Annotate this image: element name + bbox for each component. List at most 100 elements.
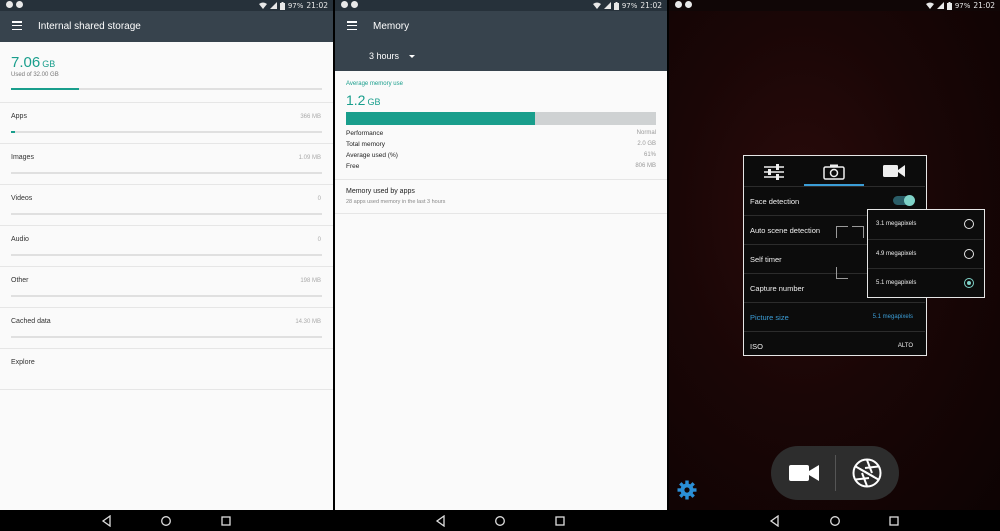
record-video-button[interactable]: [771, 446, 835, 500]
memory-stat-row: Free 806 MB: [346, 163, 656, 174]
category-size: 1.09 MB: [298, 155, 321, 161]
storage-category-videos[interactable]: Videos 0: [0, 185, 333, 226]
storage-used-value: 7.06: [11, 54, 41, 71]
face-detection-toggle[interactable]: [893, 195, 915, 206]
home-button[interactable]: [160, 515, 172, 527]
stat-value: Normal: [636, 130, 656, 136]
battery-icon: [613, 1, 619, 10]
recents-icon: [221, 516, 231, 526]
dropdown-arrow-icon: [409, 54, 416, 58]
storage-category-apps[interactable]: Apps 366 MB: [0, 103, 333, 144]
video-camera-icon: [789, 465, 819, 481]
setting-value: ALTO: [897, 343, 913, 349]
status-bar: 97% 21:02: [0, 0, 333, 11]
stat-label: Total memory: [346, 141, 386, 148]
storage-used-unit: GB: [42, 59, 56, 69]
focus-frame-corner: [836, 267, 848, 279]
category-usage-bar: [11, 336, 322, 338]
storage-category-cached-data[interactable]: Cached data 14.30 MB: [0, 308, 333, 349]
storage-category-other[interactable]: Other 198 MB: [0, 267, 333, 308]
picture-size-option[interactable]: 3.1 megapixels: [868, 210, 983, 239]
notification-icon: [351, 1, 358, 8]
category-size: 198 MB: [300, 278, 321, 284]
recents-button[interactable]: [888, 515, 900, 527]
setting-label: ISO: [750, 342, 763, 351]
apps-memory-title: Memory used by apps: [346, 188, 415, 195]
settings-gear-button[interactable]: [677, 480, 697, 505]
memory-screen: 97% 21:02 Memory 3 hours Average memory …: [335, 0, 667, 531]
home-button[interactable]: [494, 515, 506, 527]
memory-used-by-apps[interactable]: Memory used by apps 28 apps used memory …: [335, 183, 667, 215]
storage-category-images[interactable]: Images 1.09 MB: [0, 144, 333, 185]
storage-category-audio[interactable]: Audio 0: [0, 226, 333, 267]
battery-icon: [946, 1, 952, 10]
menu-icon[interactable]: [12, 21, 22, 31]
notification-icon: [675, 1, 682, 8]
period-dropdown[interactable]: 3 hours: [369, 51, 416, 61]
back-icon: [101, 515, 111, 527]
notification-icon: [6, 1, 13, 8]
back-icon: [435, 515, 445, 527]
navigation-bar: [669, 510, 1000, 531]
wifi-icon: [925, 2, 934, 9]
storage-screen: 97% 21:02 Internal shared storage 7.06 GB…: [0, 0, 333, 531]
home-button[interactable]: [829, 515, 841, 527]
stat-label: Average used (%): [346, 152, 398, 159]
battery-level: 97%: [287, 1, 304, 10]
stat-value: 61%: [643, 152, 656, 158]
memory-stat-row: Total memory 2.0 GB: [346, 141, 656, 152]
signal-icon: [603, 2, 611, 9]
back-icon: [769, 515, 779, 527]
category-size: 0: [317, 196, 321, 202]
radio-empty-icon[interactable]: [964, 249, 974, 259]
category-label: Apps: [11, 113, 27, 120]
category-size: 0: [317, 237, 321, 243]
back-button[interactable]: [101, 515, 113, 527]
notification-icon: [16, 1, 23, 8]
radio-empty-icon[interactable]: [964, 219, 974, 229]
recents-icon: [889, 516, 899, 526]
tab-general-settings[interactable]: [744, 156, 804, 186]
recents-button[interactable]: [554, 515, 566, 527]
menu-icon[interactable]: [347, 21, 357, 31]
focus-frame-corner: [852, 226, 864, 238]
status-bar: 97% 21:02: [669, 0, 1000, 11]
home-icon: [161, 516, 171, 526]
picture-size-option[interactable]: 5.1 megapixels: [868, 268, 983, 297]
clock: 21:02: [973, 1, 995, 10]
clock: 21:02: [640, 1, 662, 10]
category-usage-fill: [11, 131, 15, 133]
category-label: Videos: [11, 195, 33, 202]
radio-selected-icon[interactable]: [964, 278, 974, 288]
toggle-knob: [904, 195, 915, 206]
setting-value: 5.1 megapixels: [872, 314, 913, 320]
setting-label: Picture size: [750, 313, 789, 322]
setting-picture-size[interactable]: Picture size 5.1 megapixels: [744, 302, 925, 331]
category-label: Cached data: [11, 318, 51, 325]
battery-icon: [279, 1, 285, 10]
memory-usage-fill: [346, 112, 536, 125]
capture-controls: [771, 446, 899, 500]
category-size: 14.30 MB: [295, 319, 321, 325]
navigation-bar: [0, 510, 333, 531]
average-memory-value: 1.2 GB: [346, 92, 380, 110]
navigation-bar: [335, 510, 667, 531]
recents-icon: [555, 516, 565, 526]
take-photo-button[interactable]: [835, 446, 899, 500]
gear-icon: [677, 480, 697, 500]
back-button[interactable]: [435, 515, 447, 527]
storage-category-explore[interactable]: Explore: [0, 349, 333, 390]
stat-value: 806 MB: [635, 163, 656, 169]
setting-label: Self timer: [750, 255, 782, 264]
back-button[interactable]: [769, 515, 781, 527]
recents-button[interactable]: [220, 515, 232, 527]
page-title: Internal shared storage: [38, 21, 141, 32]
category-usage-bar: [11, 295, 322, 297]
period-bar: 3 hours: [335, 42, 667, 71]
tab-video-settings[interactable]: [864, 156, 924, 186]
picture-size-option[interactable]: 4.9 megapixels: [868, 239, 983, 268]
tab-photo-settings[interactable]: [804, 156, 864, 186]
option-label: 5.1 megapixels: [876, 280, 917, 286]
setting-iso[interactable]: ISO ALTO: [744, 331, 925, 360]
memory-stat-row: Average used (%) 61%: [346, 152, 656, 163]
